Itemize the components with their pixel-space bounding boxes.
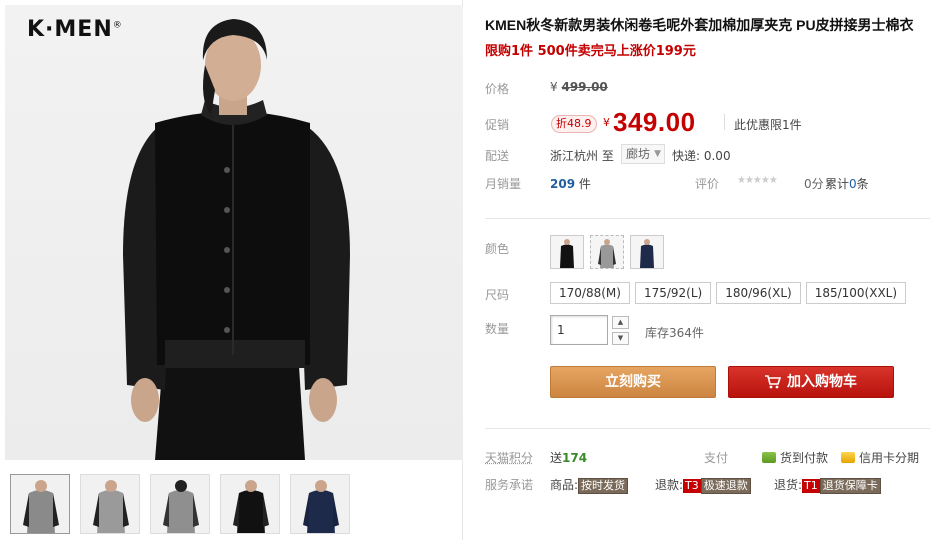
- thumbnail-1[interactable]: [10, 474, 70, 534]
- monthly-sales-value: 209 件: [550, 177, 591, 191]
- size-option-l[interactable]: 175/92(L): [634, 282, 712, 304]
- thumbnail-5[interactable]: [290, 474, 350, 534]
- cart-icon: [765, 375, 782, 389]
- thumbnail-strip: [10, 474, 350, 536]
- review-count-link[interactable]: 累计0条: [825, 175, 869, 192]
- color-swatches: [550, 235, 664, 269]
- product-info-panel: KMEN秋冬新款男装休闲卷毛呢外套加棉加厚夹克 PU皮拼接男士棉衣 限购1件 5…: [475, 0, 930, 540]
- color-swatch-black[interactable]: [550, 235, 584, 269]
- payment-label: 支付: [704, 451, 729, 465]
- product-gallery: K·MEN®: [0, 0, 463, 540]
- chevron-down-icon: ▼: [654, 149, 661, 159]
- promo-note: 此优惠限1件: [734, 118, 802, 132]
- size-option-m[interactable]: 170/88(M): [550, 282, 630, 304]
- model-photo-illustration: [123, 19, 350, 460]
- buy-now-button[interactable]: 立刻购买: [550, 366, 716, 398]
- price-label: 价格: [485, 82, 510, 96]
- divider: [485, 428, 930, 429]
- original-price: ¥ 499.00: [550, 80, 608, 94]
- size-options: 170/88(M) 175/92(L) 180/96(XL) 185/100(X…: [550, 282, 907, 304]
- rating-label: 评价: [695, 177, 720, 191]
- pay-credit-installment[interactable]: 信用卡分期: [841, 449, 919, 466]
- tmall-points-value: 送174: [550, 451, 588, 465]
- shipping-fee: 快递: 0.00: [672, 149, 731, 163]
- stock-info: 库存364件: [645, 326, 704, 340]
- brand-logo: K·MEN®: [27, 17, 123, 42]
- product-subtitle: 限购1件 500件卖完马上涨价199元: [485, 44, 696, 59]
- promo-price: 349.00: [613, 107, 696, 137]
- size-option-xxl[interactable]: 185/100(XXL): [805, 282, 907, 304]
- size-option-xl[interactable]: 180/96(XL): [716, 282, 801, 304]
- thumbnail-2[interactable]: [80, 474, 140, 534]
- pay-cash-on-delivery[interactable]: 货到付款: [762, 449, 828, 466]
- thumbnail-3[interactable]: [150, 474, 210, 534]
- divider: [485, 218, 930, 219]
- quantity-input[interactable]: 1: [550, 315, 608, 345]
- add-to-cart-button[interactable]: 加入购物车: [728, 366, 894, 398]
- service-return-guarantee[interactable]: 退货: T1 退货保障卡: [774, 476, 881, 494]
- promo-separator: [724, 114, 725, 130]
- shipping-label: 配送: [485, 149, 510, 163]
- service-on-time-delivery[interactable]: 商品: 按时发货: [550, 476, 629, 494]
- tmall-points-label[interactable]: 天猫积分: [485, 449, 533, 466]
- color-swatch-grey[interactable]: [590, 235, 624, 269]
- quantity-label: 数量: [485, 322, 510, 336]
- rating-score: 0分: [804, 177, 824, 191]
- product-title: KMEN秋冬新款男装休闲卷毛呢外套加棉加厚夹克 PU皮拼接男士棉衣: [485, 17, 914, 33]
- discount-tag: 折48.9: [551, 115, 597, 133]
- monthly-sales-label: 月销量: [485, 177, 522, 191]
- ship-from: 浙江杭州 至: [550, 149, 614, 163]
- main-product-photo[interactable]: K·MEN®: [5, 5, 463, 460]
- service-fast-refund[interactable]: 退款: T3 极速退款: [655, 476, 751, 494]
- cash-on-delivery-icon: [762, 452, 776, 463]
- quantity-decrease-button[interactable]: ▼: [612, 332, 629, 345]
- ship-destination-select[interactable]: 廊坊 ▼: [621, 144, 665, 164]
- quantity-increase-button[interactable]: ▲: [612, 316, 629, 329]
- color-swatch-navy[interactable]: [630, 235, 664, 269]
- thumbnail-4[interactable]: [220, 474, 280, 534]
- credit-card-icon: [841, 452, 855, 463]
- service-promise-label: 服务承诺: [485, 478, 534, 492]
- color-label: 颜色: [485, 242, 510, 256]
- size-label: 尺码: [485, 288, 510, 302]
- rating-stars-icon: ★★★★★: [737, 175, 778, 186]
- promo-label: 促销: [485, 118, 510, 132]
- promo-currency: ¥: [603, 116, 610, 129]
